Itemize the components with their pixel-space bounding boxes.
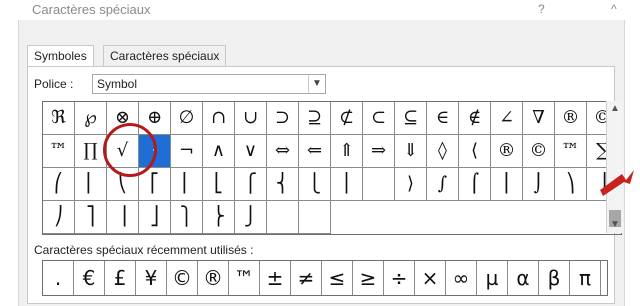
symbol-cell[interactable]: ⎮ [491, 168, 523, 201]
symbol-cell[interactable]: ⎬ [203, 201, 235, 234]
recent-symbol-cell[interactable]: π [570, 261, 601, 295]
symbol-cell[interactable]: ⇑ [331, 135, 363, 168]
symbol-cell[interactable]: ⎜ [75, 168, 107, 201]
symbol-cell[interactable]: ⇔ [267, 135, 299, 168]
symbol-cell[interactable]: ◊ [427, 135, 459, 168]
symbol-cell[interactable]: ⎞ [555, 168, 587, 201]
help-button[interactable]: ? [538, 2, 545, 16]
symbol-cell[interactable]: ¬ [171, 135, 203, 168]
grid-scrollbar[interactable]: ▲ ▼ [606, 101, 623, 233]
tab-special-characters[interactable]: Caractères spéciaux [103, 45, 227, 66]
font-label: Police : [34, 77, 74, 91]
symbol-cell[interactable]: ∅ [171, 102, 203, 135]
symbol-cell[interactable]: ℜ [43, 102, 75, 135]
recent-label: Caractères spéciaux récemment utilisés : [34, 243, 254, 257]
symbols-panel: Police : Symbol ▼ ℜ ℘ ⊗ ⊕ ∅ ∩ ∪ ⊃ ⊇ ⊄ ⊂ ⊆ ∈ ∉ ∠ ∇ ® © ™ ∏ √ ·… [27, 66, 623, 304]
symbol-cell[interactable]: ⎤ [75, 201, 107, 234]
symbol-cell[interactable]: ⊇ [299, 102, 331, 135]
recent-symbol-cell[interactable]: × [415, 261, 446, 295]
symbol-cell[interactable]: ∧ [203, 135, 235, 168]
symbol-cell[interactable]: ∪ [235, 102, 267, 135]
recent-symbol-cell[interactable]: ≠ [291, 261, 322, 295]
symbol-cell[interactable]: ⎣ [203, 168, 235, 201]
symbol-cell[interactable]: ∨ [235, 135, 267, 168]
font-select[interactable]: Symbol ▼ [92, 74, 326, 94]
symbol-cell[interactable]: ⌠ [459, 168, 491, 201]
symbol-cell[interactable]: ⎦ [139, 201, 171, 234]
symbol-cell[interactable]: ⎧ [235, 168, 267, 201]
recent-symbol-cell[interactable]: ÷ [384, 261, 415, 295]
symbol-cell[interactable]: ℘ [75, 102, 107, 135]
symbol-cell[interactable]: ⇓ [395, 135, 427, 168]
tab-symbols[interactable]: Symboles [27, 45, 94, 67]
symbol-cell[interactable] [267, 201, 299, 234]
symbol-cell[interactable]: ⊃ [267, 102, 299, 135]
window-title: Caractères spéciaux [32, 2, 151, 17]
symbol-cell[interactable]: ⎛ [43, 168, 75, 201]
symbol-cell[interactable]: ⟩ [395, 168, 427, 201]
recent-symbol-cell[interactable]: µ [477, 261, 508, 295]
symbol-cell[interactable]: ® [555, 102, 587, 135]
symbol-cell[interactable]: ⇐ [299, 135, 331, 168]
recent-symbol-cell[interactable]: ™ [229, 261, 260, 295]
recent-symbol-cell[interactable]: ¥ [136, 261, 167, 295]
symbol-cell[interactable]: ∇ [523, 102, 555, 135]
symbol-cell[interactable] [299, 201, 331, 234]
symbol-cell[interactable]: ® [491, 135, 523, 168]
tab-symbols-label: Symboles [34, 49, 87, 63]
symbol-cell[interactable]: ∉ [459, 102, 491, 135]
recent-symbol-cell[interactable]: ∞ [446, 261, 477, 295]
symbol-cell[interactable]: ⎠ [43, 201, 75, 234]
symbol-cell[interactable]: ™ [43, 135, 75, 168]
recent-symbol-cell[interactable]: ® [198, 261, 229, 295]
recent-symbol-cell[interactable]: © [167, 261, 198, 295]
recent-symbol-cell[interactable]: α [508, 261, 539, 295]
symbol-cell[interactable]: ∩ [203, 102, 235, 135]
symbol-cell[interactable]: ⎥ [107, 201, 139, 234]
title-bar: Caractères spéciaux ? ^ [0, 0, 640, 20]
symbol-cell[interactable]: ⎭ [235, 201, 267, 234]
annotation-arrow-icon [600, 170, 634, 196]
symbol-cell[interactable]: ⟨ [459, 135, 491, 168]
font-select-value: Symbol [97, 77, 138, 91]
recent-symbol-cell[interactable]: β [539, 261, 570, 295]
symbol-cell[interactable]: ™ [555, 135, 587, 168]
symbol-cell[interactable]: © [523, 135, 555, 168]
recent-symbol-cell[interactable]: ≥ [353, 261, 384, 295]
symbol-cell[interactable]: ⎩ [299, 168, 331, 201]
symbol-cell[interactable]: ⇒ [363, 135, 395, 168]
symbol-cell[interactable]: ⎫ [171, 201, 203, 234]
chevron-down-icon[interactable]: ▼ [308, 75, 325, 93]
recent-symbol-cell[interactable]: ≤ [322, 261, 353, 295]
recent-symbols: . € £ ¥ © ® ™ ± ≠ ≤ ≥ ÷ × ∞ µ α β π [42, 260, 608, 296]
symbol-cell[interactable]: ⊆ [395, 102, 427, 135]
scroll-down-icon[interactable]: ▼ [607, 217, 623, 233]
recent-symbol-cell[interactable]: £ [105, 261, 136, 295]
symbol-cell[interactable]: ∠ [491, 102, 523, 135]
recent-symbol-cell[interactable]: . [43, 261, 74, 295]
symbol-cell[interactable]: ⊄ [331, 102, 363, 135]
symbol-cell[interactable] [363, 168, 395, 201]
tab-special-characters-label: Caractères spéciaux [110, 49, 220, 63]
symbol-cell[interactable]: ∫ [427, 168, 459, 201]
close-button[interactable]: ^ [611, 2, 617, 16]
highlight-circle [103, 123, 157, 177]
recent-symbol-cell[interactable]: € [74, 261, 105, 295]
symbol-cell[interactable]: ∈ [427, 102, 459, 135]
symbol-cell[interactable]: ⎢ [171, 168, 203, 201]
symbol-cell[interactable]: ⎨ [267, 168, 299, 201]
scroll-up-icon[interactable]: ▲ [607, 101, 623, 117]
recent-symbol-cell[interactable]: ± [260, 261, 291, 295]
symbol-cell[interactable]: ⌡ [523, 168, 555, 201]
symbol-cell[interactable]: ⊂ [363, 102, 395, 135]
symbol-cell[interactable]: ⎪ [331, 168, 363, 201]
